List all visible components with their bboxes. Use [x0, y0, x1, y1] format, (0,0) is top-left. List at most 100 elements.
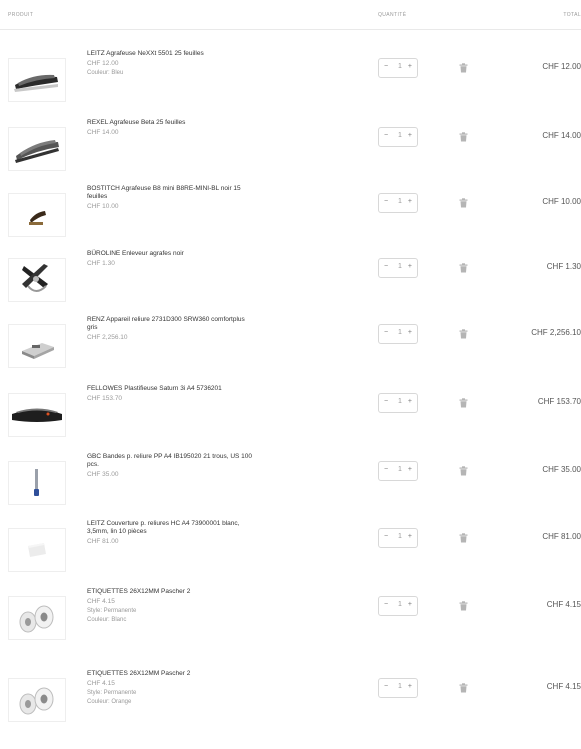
trash-icon[interactable] [459, 601, 468, 611]
product-name[interactable]: LEITZ Couverture p. reliures HC A4 73900… [87, 520, 257, 536]
product-unit-price: CHF 81.00 [87, 538, 119, 545]
quantity-value[interactable]: 1 [396, 263, 404, 270]
line-total: CHF 35.00 [542, 465, 581, 474]
increase-quantity-button[interactable]: + [408, 329, 412, 336]
product-info: BÜROLINE Enleveur agrafes noir CHF 1.30 [87, 250, 257, 269]
staple-remover-image [22, 264, 48, 292]
product-image-binding-machine[interactable] [8, 324, 66, 368]
mini-stapler-image [29, 211, 46, 225]
decrease-quantity-button[interactable]: − [384, 198, 388, 205]
cart-row: FELLOWES Plastifieuse Saturn 3i A4 57362… [0, 385, 581, 445]
cart-row: LEITZ Couverture p. reliures HC A4 73900… [0, 520, 581, 580]
increase-quantity-button[interactable]: + [408, 466, 412, 473]
column-header-quantity: QUANTITÉ [378, 12, 407, 18]
product-image-binding-covers[interactable] [8, 528, 66, 572]
product-info: ETIQUETTES 26X12MM Pascher 2 CHF 4.15 St… [87, 670, 257, 707]
product-name[interactable]: LEITZ Agrafeuse NeXXt 5501 25 feuilles [87, 50, 257, 58]
cart-row: ETIQUETTES 26X12MM Pascher 2 CHF 4.15 St… [0, 588, 581, 648]
increase-quantity-button[interactable]: + [408, 263, 412, 270]
product-name[interactable]: GBC Bandes p. reliure PP A4 IB195020 21 … [87, 453, 257, 469]
product-name[interactable]: FELLOWES Plastifieuse Saturn 3i A4 57362… [87, 385, 257, 393]
product-name[interactable]: BOSTITCH Agrafeuse B8 mini B8RE-MINI-BL … [87, 185, 257, 201]
decrease-quantity-button[interactable]: − [384, 263, 388, 270]
product-unit-price: CHF 4.15 [87, 598, 115, 605]
decrease-quantity-button[interactable]: − [384, 132, 388, 139]
decrease-quantity-button[interactable]: − [384, 601, 388, 608]
quantity-value[interactable]: 1 [396, 466, 404, 473]
quantity-value[interactable]: 1 [396, 398, 404, 405]
cart-row: LEITZ Agrafeuse NeXXt 5501 25 feuilles C… [0, 50, 581, 110]
decrease-quantity-button[interactable]: − [384, 63, 388, 70]
quantity-stepper: − 1 + [378, 393, 418, 413]
label-rolls-image [19, 605, 54, 633]
product-option: Couleur: Orange [87, 699, 132, 705]
line-total: CHF 10.00 [542, 197, 581, 206]
decrease-quantity-button[interactable]: − [384, 683, 388, 690]
cart-row: BOSTITCH Agrafeuse B8 mini B8RE-MINI-BL … [0, 185, 581, 245]
product-option: Style: Permanente [87, 608, 137, 614]
increase-quantity-button[interactable]: + [408, 132, 412, 139]
quantity-value[interactable]: 1 [396, 63, 404, 70]
decrease-quantity-button[interactable]: − [384, 533, 388, 540]
trash-icon[interactable] [459, 329, 468, 339]
trash-icon[interactable] [459, 63, 468, 73]
product-option: Couleur: Bleu [87, 70, 124, 76]
product-image-staple-remover[interactable] [8, 258, 66, 302]
quantity-stepper: − 1 + [378, 324, 418, 344]
quantity-stepper: − 1 + [378, 596, 418, 616]
product-unit-price: CHF 4.15 [87, 680, 115, 687]
increase-quantity-button[interactable]: + [408, 601, 412, 608]
column-header-total: TOTAL [563, 12, 581, 18]
quantity-value[interactable]: 1 [396, 198, 404, 205]
quantity-value[interactable]: 1 [396, 601, 404, 608]
decrease-quantity-button[interactable]: − [384, 466, 388, 473]
product-image-labels[interactable] [8, 678, 66, 722]
stapler-image [15, 140, 59, 163]
label-rolls-image [19, 687, 54, 715]
quantity-stepper: − 1 + [378, 461, 418, 481]
quantity-stepper: − 1 + [378, 58, 418, 78]
trash-icon[interactable] [459, 533, 468, 543]
product-name[interactable]: BÜROLINE Enleveur agrafes noir [87, 250, 257, 258]
increase-quantity-button[interactable]: + [408, 398, 412, 405]
laminator-image [12, 408, 62, 422]
product-option: Couleur: Blanc [87, 617, 127, 623]
product-unit-price: CHF 35.00 [87, 471, 119, 478]
trash-icon[interactable] [459, 132, 468, 142]
product-image-stapler[interactable] [8, 127, 66, 171]
increase-quantity-button[interactable]: + [408, 683, 412, 690]
quantity-stepper: − 1 + [378, 678, 418, 698]
line-total: CHF 12.00 [542, 62, 581, 71]
quantity-value[interactable]: 1 [396, 683, 404, 690]
stapler-image [14, 74, 58, 92]
product-image-stapler[interactable] [8, 193, 66, 237]
line-total: CHF 1.30 [546, 262, 581, 271]
product-image-labels[interactable] [8, 596, 66, 640]
increase-quantity-button[interactable]: + [408, 533, 412, 540]
trash-icon[interactable] [459, 398, 468, 408]
line-total: CHF 4.15 [546, 682, 581, 691]
quantity-value[interactable]: 1 [396, 329, 404, 336]
line-total: CHF 4.15 [546, 600, 581, 609]
quantity-value[interactable]: 1 [396, 533, 404, 540]
product-name[interactable]: RENZ Appareil reliure 2731D300 SRW360 co… [87, 316, 257, 332]
decrease-quantity-button[interactable]: − [384, 329, 388, 336]
cart-row: ETIQUETTES 26X12MM Pascher 2 CHF 4.15 St… [0, 670, 581, 730]
product-unit-price: CHF 2,256.10 [87, 334, 128, 341]
increase-quantity-button[interactable]: + [408, 198, 412, 205]
product-info: LEITZ Couverture p. reliures HC A4 73900… [87, 520, 257, 547]
trash-icon[interactable] [459, 683, 468, 693]
trash-icon[interactable] [459, 263, 468, 273]
line-total: CHF 81.00 [542, 532, 581, 541]
product-name[interactable]: ETIQUETTES 26X12MM Pascher 2 [87, 588, 257, 596]
product-image-binding-strips[interactable] [8, 461, 66, 505]
product-image-stapler[interactable] [8, 58, 66, 102]
trash-icon[interactable] [459, 466, 468, 476]
increase-quantity-button[interactable]: + [408, 63, 412, 70]
product-image-laminator[interactable] [8, 393, 66, 437]
trash-icon[interactable] [459, 198, 468, 208]
product-name[interactable]: REXEL Agrafeuse Beta 25 feuilles [87, 119, 257, 127]
quantity-value[interactable]: 1 [396, 132, 404, 139]
decrease-quantity-button[interactable]: − [384, 398, 388, 405]
product-name[interactable]: ETIQUETTES 26X12MM Pascher 2 [87, 670, 257, 678]
